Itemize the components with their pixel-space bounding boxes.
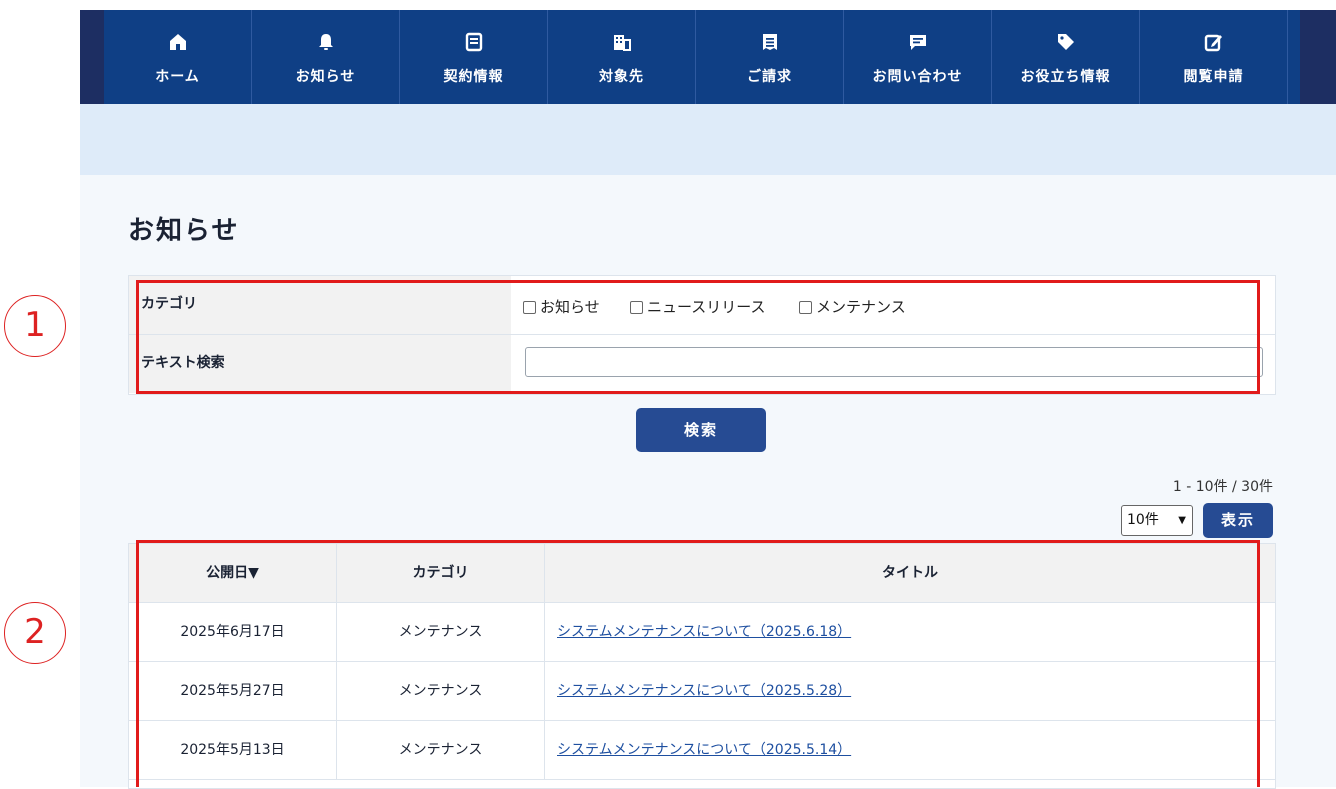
receipt-icon xyxy=(696,32,843,62)
annotation-marker-1: 1 xyxy=(4,295,66,357)
nav-item-useful-info[interactable]: お役立ち情報 xyxy=(992,10,1140,104)
nav-item-contact[interactable]: お問い合わせ xyxy=(844,10,992,104)
nav-label: お役立ち情報 xyxy=(1020,69,1111,85)
chevron-down-icon: ▼ xyxy=(1178,515,1186,526)
global-nav: ホーム お知らせ 契約情報 対象先 ご請求 お問い合わせ お役立ち情報 閲覧申請 xyxy=(80,10,1336,104)
nav-item-home[interactable]: ホーム xyxy=(104,10,252,104)
nav-label: 契約情報 xyxy=(443,69,504,85)
nav-item-billing[interactable]: ご請求 xyxy=(696,10,844,104)
nav-label: 閲覧申請 xyxy=(1183,69,1244,85)
nav-label: お問い合わせ xyxy=(872,69,963,85)
document-icon xyxy=(400,32,547,62)
annotation-marker-2: 2 xyxy=(4,602,66,664)
nav-item-target[interactable]: 対象先 xyxy=(548,10,696,104)
bell-icon xyxy=(252,32,399,62)
nav-edge-right xyxy=(1300,10,1336,104)
nav-edge-left xyxy=(80,10,104,104)
nav-label: 対象先 xyxy=(599,69,644,85)
nav-item-view-request[interactable]: 閲覧申請 xyxy=(1140,10,1288,104)
chat-icon xyxy=(844,32,991,62)
edit-icon xyxy=(1140,32,1287,62)
header-band xyxy=(80,104,1336,175)
show-button[interactable]: 表示 xyxy=(1203,503,1273,538)
per-page-value: 10件 xyxy=(1127,512,1159,528)
home-icon xyxy=(104,32,251,62)
highlight-box-filters xyxy=(136,280,1260,394)
tag-icon xyxy=(992,32,1139,62)
nav-label: ホーム xyxy=(155,69,200,85)
nav-item-contract[interactable]: 契約情報 xyxy=(400,10,548,104)
page-title: お知らせ xyxy=(128,216,240,246)
result-count: 1 - 10件 / 30件 xyxy=(1172,479,1273,495)
nav-label: ご請求 xyxy=(747,69,792,85)
building-icon xyxy=(548,32,695,62)
highlight-box-table xyxy=(136,540,1260,787)
per-page-select[interactable]: 10件 ▼ xyxy=(1121,505,1193,536)
search-button[interactable]: 検索 xyxy=(636,408,766,452)
nav-item-news[interactable]: お知らせ xyxy=(252,10,400,104)
nav-label: お知らせ xyxy=(295,69,356,85)
